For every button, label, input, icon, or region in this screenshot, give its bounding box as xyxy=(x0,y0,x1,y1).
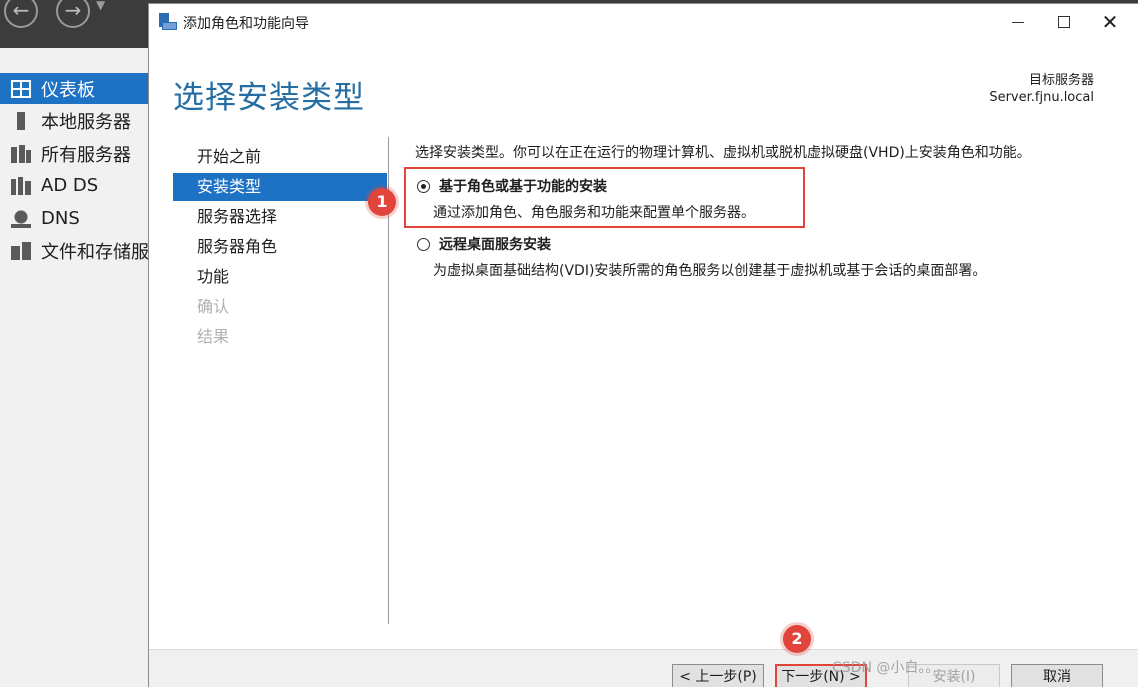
sidebar-item-label: 所有服务器 xyxy=(41,144,131,166)
wizard-app-icon xyxy=(159,13,177,31)
sidebar-item-local-server[interactable]: 本地服务器 xyxy=(0,105,148,136)
option-label: 基于角色或基于功能的安装 xyxy=(439,179,607,195)
file-storage-icon xyxy=(11,241,31,260)
annotation-badge-2: 2 xyxy=(783,625,811,653)
add-roles-wizard-dialog: 添加角色和功能向导 ✕ 选择安装类型 目标服务器 Server.fjnu.loc… xyxy=(148,3,1138,687)
target-server-info: 目标服务器 Server.fjnu.local xyxy=(989,72,1094,106)
annotation-badge-1: 1 xyxy=(368,188,396,216)
target-server-name: Server.fjnu.local xyxy=(989,90,1094,105)
option-description: 为虚拟桌面基础结构(VDI)安装所需的角色服务以创建基于虚拟机或基于会话的桌面部… xyxy=(433,263,987,279)
close-icon: ✕ xyxy=(1101,10,1119,34)
maximize-button[interactable] xyxy=(1041,4,1087,40)
step-before-you-begin[interactable]: 开始之前 xyxy=(173,143,387,171)
sidebar-item-dns[interactable]: DNS xyxy=(0,203,148,234)
remote-desktop-radio[interactable] xyxy=(417,238,430,251)
sidebar-item-dashboard[interactable]: 仪表板 xyxy=(0,73,148,104)
step-server-selection[interactable]: 服务器选择 xyxy=(173,203,387,231)
forward-arrow-icon[interactable]: → xyxy=(56,0,90,28)
sidebar-item-all-servers[interactable]: 所有服务器 xyxy=(0,138,148,169)
dns-icon xyxy=(11,209,31,228)
dashboard-icon xyxy=(11,79,31,98)
step-results: 结果 xyxy=(197,327,230,346)
close-button[interactable]: ✕ xyxy=(1087,4,1133,40)
wizard-footer: < 上一步(P) 下一步(N) > 安装(I) 取消 xyxy=(149,649,1138,687)
title-bar[interactable]: 添加角色和功能向导 ✕ xyxy=(149,4,1138,40)
maximize-icon xyxy=(1058,16,1070,28)
target-server-label: 目标服务器 xyxy=(1028,73,1094,88)
previous-button[interactable]: < 上一步(P) xyxy=(672,664,764,687)
installation-type-description: 选择安装类型。你可以在正在运行的物理计算机、虚拟机或脱机虚拟硬盘(VHD)上安装… xyxy=(415,145,1031,161)
cancel-button[interactable]: 取消 xyxy=(1011,664,1103,687)
step-server-roles[interactable]: 服务器角色 xyxy=(173,233,387,261)
chevron-down-icon[interactable]: ▼ xyxy=(96,0,105,12)
sidebar-item-label: 本地服务器 xyxy=(41,111,131,133)
role-based-radio[interactable] xyxy=(417,180,430,193)
step-confirmation: 确认 xyxy=(197,297,230,316)
window-title: 添加角色和功能向导 xyxy=(183,16,309,32)
back-arrow-icon[interactable]: ← xyxy=(4,0,38,28)
watermark-text: CSDN @小白。。 xyxy=(832,660,940,676)
sidebar-item-label: AD DS xyxy=(41,175,99,196)
server-icon xyxy=(11,111,31,130)
step-features[interactable]: 功能 xyxy=(173,263,387,291)
sidebar-item-file-storage[interactable]: 文件和存储服 xyxy=(0,235,148,266)
minimize-button[interactable] xyxy=(995,4,1041,40)
option-label: 远程桌面服务安装 xyxy=(439,237,551,253)
servers-icon xyxy=(11,144,31,163)
sidebar-item-label: 仪表板 xyxy=(41,79,95,101)
step-installation-type[interactable]: 安装类型 xyxy=(173,173,387,201)
server-manager-sidebar: 仪表板 本地服务器 所有服务器 AD DS DNS 文件和存储服 xyxy=(0,48,148,687)
option-description: 通过添加角色、角色服务和功能来配置单个服务器。 xyxy=(433,205,755,221)
sidebar-item-label: DNS xyxy=(41,208,80,229)
sidebar-item-label: 文件和存储服 xyxy=(41,241,148,263)
page-title: 选择安装类型 xyxy=(173,80,365,116)
ad-ds-icon xyxy=(11,176,31,195)
minimize-icon xyxy=(1012,21,1024,23)
sidebar-item-ad-ds[interactable]: AD DS xyxy=(0,170,148,201)
